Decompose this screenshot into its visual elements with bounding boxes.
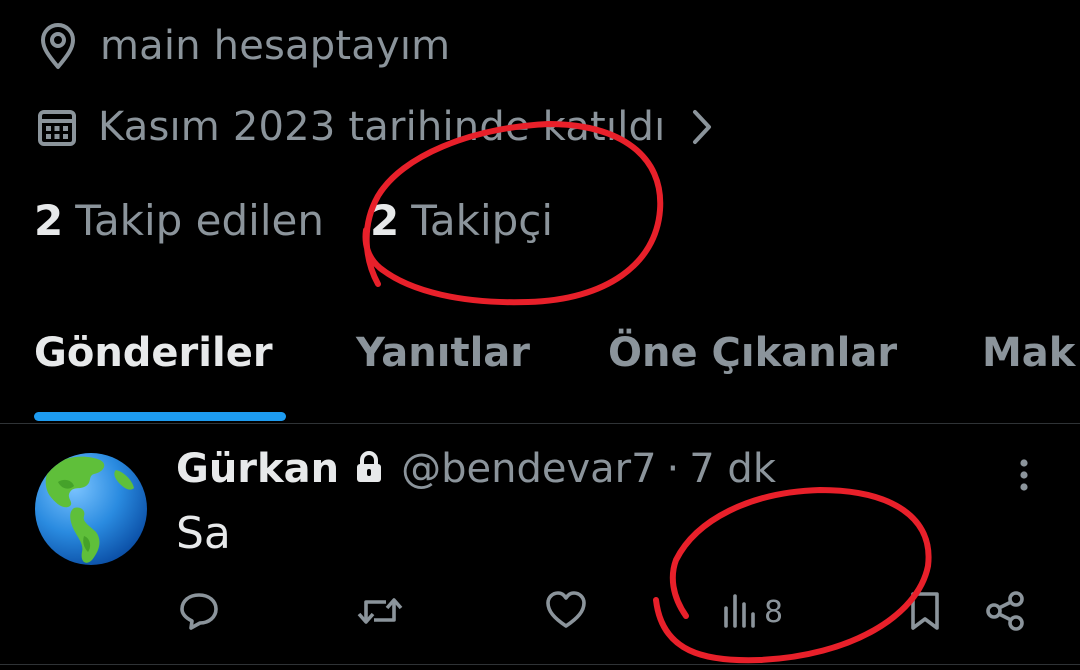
active-tab-indicator bbox=[34, 412, 286, 421]
bookmark-button[interactable] bbox=[908, 590, 942, 636]
following-link[interactable]: 2 Takip edilen bbox=[34, 196, 324, 245]
tab-replies[interactable]: Yanıtlar bbox=[356, 330, 530, 376]
views-count: 8 bbox=[764, 594, 784, 630]
post-timestamp[interactable]: 7 dk bbox=[689, 446, 776, 492]
post-text: Sa bbox=[176, 508, 231, 559]
post-author-handle[interactable]: @bendevar7 bbox=[401, 446, 656, 492]
tabs-divider bbox=[0, 423, 1080, 424]
post-header: Gürkan @bendevar7 · 7 dk bbox=[176, 446, 776, 492]
followers-link[interactable]: 2 Takipçi bbox=[370, 196, 553, 245]
follow-stats: 2 Takip edilen 2 Takipçi bbox=[34, 196, 553, 245]
views-button[interactable]: 8 bbox=[722, 590, 783, 634]
followers-label: Takipçi bbox=[411, 196, 554, 245]
profile-location-text: main hesaptayım bbox=[100, 23, 451, 69]
views-icon bbox=[722, 590, 758, 634]
reply-icon bbox=[178, 590, 220, 636]
bookmark-icon bbox=[908, 590, 942, 636]
share-button[interactable] bbox=[984, 590, 1026, 636]
more-vertical-icon[interactable] bbox=[1012, 458, 1036, 496]
repost-button[interactable] bbox=[356, 590, 404, 636]
following-label: Takip edilen bbox=[75, 196, 324, 245]
profile-tabs: Gönderiler Yanıtlar Öne Çıkanlar Mak bbox=[0, 330, 1080, 424]
share-icon bbox=[984, 590, 1026, 636]
avatar[interactable] bbox=[34, 452, 148, 566]
lock-icon bbox=[355, 450, 383, 488]
post-separator: · bbox=[666, 446, 680, 492]
tab-posts[interactable]: Gönderiler bbox=[34, 330, 273, 376]
map-pin-icon bbox=[36, 22, 82, 70]
reply-button[interactable] bbox=[178, 590, 220, 636]
tab-highlights[interactable]: Öne Çıkanlar bbox=[608, 330, 897, 376]
profile-location: main hesaptayım bbox=[36, 22, 450, 70]
post-divider bbox=[0, 664, 1080, 665]
post-actions: 8 bbox=[0, 590, 1080, 640]
like-button[interactable] bbox=[544, 590, 588, 634]
calendar-icon bbox=[36, 106, 80, 148]
followers-count: 2 bbox=[369, 196, 400, 245]
following-count: 2 bbox=[34, 196, 64, 245]
profile-joined-text: Kasım 2023 tarihinde katıldı bbox=[98, 104, 666, 150]
heart-icon bbox=[544, 590, 588, 634]
post-author-name[interactable]: Gürkan bbox=[176, 446, 339, 492]
profile-joined[interactable]: Kasım 2023 tarihinde katıldı bbox=[36, 104, 753, 150]
repost-icon bbox=[356, 590, 404, 636]
tab-articles[interactable]: Mak bbox=[982, 330, 1075, 376]
chevron-right-icon bbox=[691, 108, 735, 146]
